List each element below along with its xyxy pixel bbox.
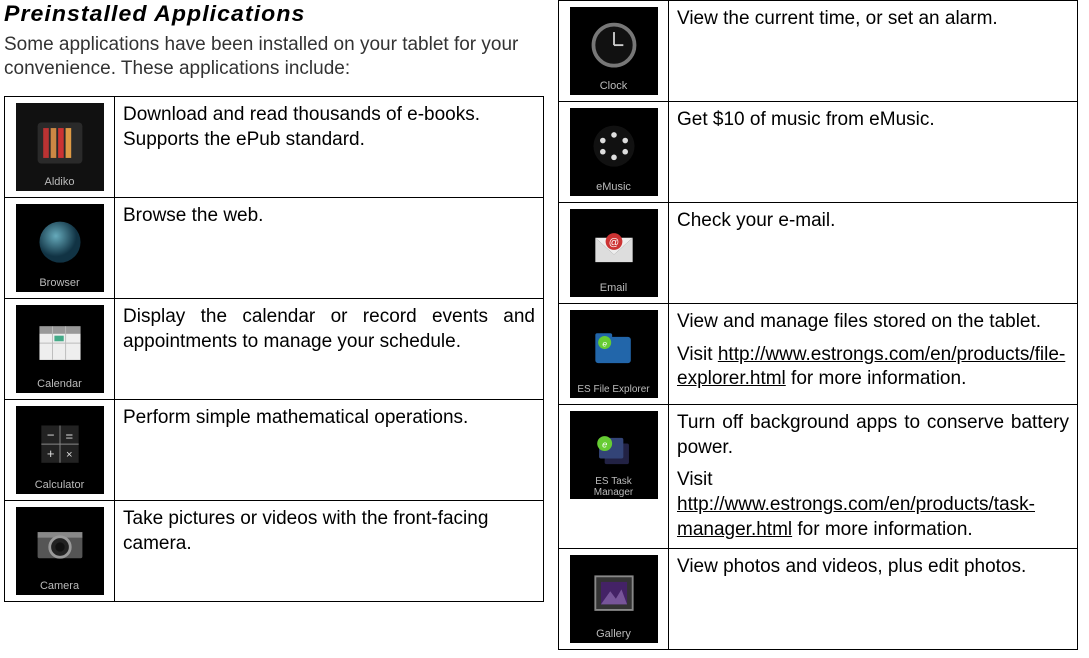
emusic-icon: eMusic [570,108,658,196]
icon-label: ES TaskManager [570,476,658,498]
icon-label: Email [570,281,658,295]
clock-icon: Clock [570,7,658,95]
calculator-icon: −= + × Calculator [16,406,104,494]
desc-cell: Display the calendar or record events an… [115,298,544,399]
icon-label: Browser [16,276,104,290]
table-row: Browser Browse the web. [5,197,544,298]
icon-label: eMusic [570,180,658,194]
svg-text:×: × [66,449,73,461]
es-task-manager-icon: e ES TaskManager [570,411,658,499]
svg-text:e: e [602,338,607,348]
icon-label: Calendar [16,377,104,391]
svg-text:+: + [46,446,54,461]
desc-text: Turn off background apps to conserve bat… [677,411,1069,460]
desc-cell: Turn off background apps to conserve bat… [669,405,1078,549]
icon-label: Clock [570,79,658,93]
icon-cell: e ES TaskManager [559,405,669,549]
table-row: e ES File Explorer View and manage files… [559,304,1078,405]
icon-cell: @ Email [559,203,669,304]
table-row: −= + × Calculator Perform simple mathemati… [5,399,544,500]
icon-label: Aldiko [16,175,104,189]
desc-cell: Perform simple mathematical operations. [115,399,544,500]
table-row: Aldiko Download and read thousands of e-… [5,96,544,197]
es-file-explorer-icon: e ES File Explorer [570,310,658,398]
desc-cell: Get $10 of music from eMusic. [669,102,1078,203]
svg-text:−: − [46,427,54,442]
desc-cell: Browse the web. [115,197,544,298]
icon-label: ES File Explorer [570,383,658,396]
intro-text: Some applications have been installed on… [4,33,544,82]
table-row: Camera Take pictures or videos with the … [5,500,544,601]
icon-cell: Gallery [559,549,669,650]
email-icon: @ Email [570,209,658,297]
table-row: eMusic Get $10 of music from eMusic. [559,102,1078,203]
desc-cell: View the current time, or set an alarm. [669,1,1078,102]
svg-text:=: = [65,428,73,443]
apps-table-right: Clock View the current time, or set an a… [558,0,1078,650]
svg-text:@: @ [608,237,618,248]
browser-icon: Browser [16,204,104,292]
visit-line: Visit http://www.estrongs.com/en/product… [677,343,1069,392]
camera-icon: Camera [16,507,104,595]
table-row: Calendar Display the calendar or record … [5,298,544,399]
icon-label: Camera [16,579,104,593]
calendar-icon: Calendar [16,305,104,393]
desc-cell: View photos and videos, plus edit photos… [669,549,1078,650]
desc-cell: Take pictures or videos with the front-f… [115,500,544,601]
page-title: Preinstalled Applications [4,0,571,29]
desc-cell: Download and read thousands of e-books. … [115,96,544,197]
apps-table-left: Aldiko Download and read thousands of e-… [4,96,544,602]
table-row: e ES TaskManager Turn off background app… [559,405,1078,549]
aldiko-icon: Aldiko [16,103,104,191]
table-row: @ Email Check your e-mail. [559,203,1078,304]
icon-cell: Browser [5,197,115,298]
icon-cell: Camera [5,500,115,601]
icon-cell: −= + × Calculator [5,399,115,500]
icon-cell: eMusic [559,102,669,203]
visit-line: Visit http://www.estrongs.com/en/product… [677,468,1069,542]
desc-text: View and manage files stored on the tabl… [677,310,1069,335]
svg-text:e: e [602,439,607,449]
icon-cell: Aldiko [5,96,115,197]
table-row: Gallery View photos and videos, plus edi… [559,549,1078,650]
icon-cell: Calendar [5,298,115,399]
icon-label: Calculator [16,478,104,492]
table-row: Clock View the current time, or set an a… [559,1,1078,102]
desc-cell: View and manage files stored on the tabl… [669,304,1078,405]
icon-label: Gallery [570,627,658,641]
desc-cell: Check your e-mail. [669,203,1078,304]
icon-cell: Clock [559,1,669,102]
gallery-icon: Gallery [570,555,658,643]
icon-cell: e ES File Explorer [559,304,669,405]
